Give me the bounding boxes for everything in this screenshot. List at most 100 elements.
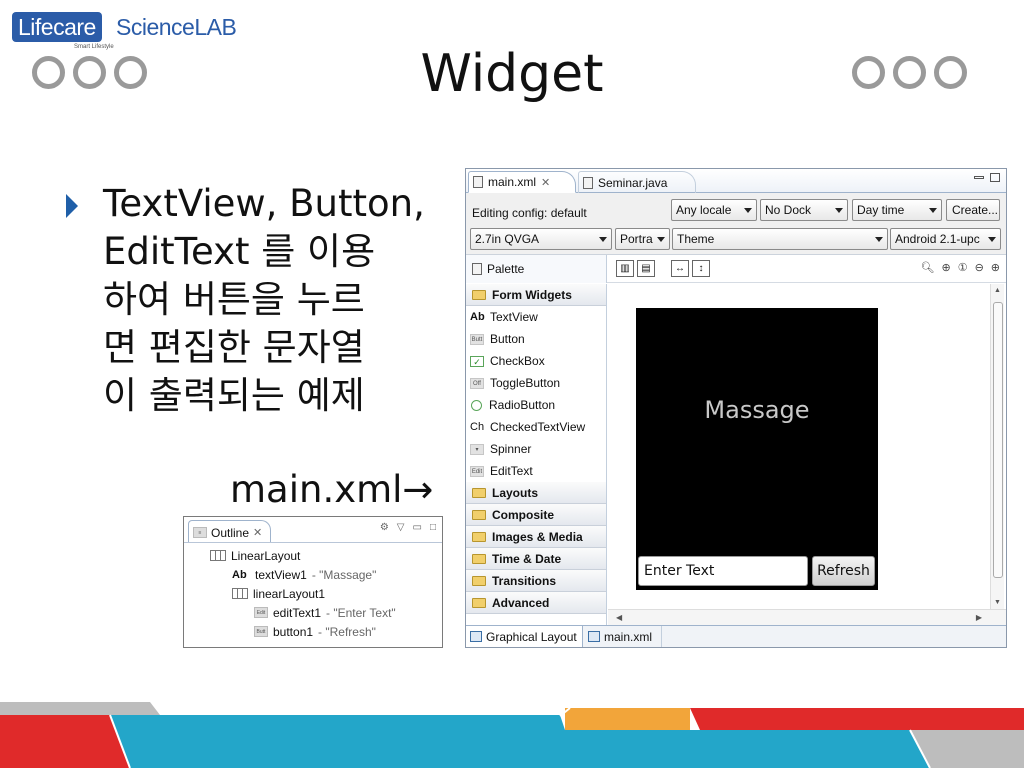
scroll-left-icon[interactable]: ◀ [616, 613, 622, 622]
editor-window-controls [974, 173, 1000, 182]
maximize-icon[interactable] [990, 173, 1000, 182]
locale-dropdown[interactable]: Any locale [671, 199, 757, 221]
fill-width-icon[interactable]: ↔ [671, 260, 689, 277]
palette-item-togglebutton[interactable]: Off ToggleButton [466, 372, 606, 394]
screen-dropdown[interactable]: 2.7in QVGA [470, 228, 612, 250]
zoom-100-icon[interactable]: ① [958, 261, 968, 274]
tree-node-label: linearLayout1 [253, 586, 326, 601]
folder-icon [472, 597, 486, 608]
zoom-fit-icon[interactable]: 🔍︎ [921, 261, 935, 274]
tab-label: Graphical Layout [486, 629, 577, 644]
layout-icon[interactable]: ⚙ [380, 522, 389, 533]
tab-label: main.xml [604, 629, 653, 644]
palette-item-edittext[interactable]: Edit EditText [466, 460, 606, 482]
daytime-dropdown[interactable]: Day time [852, 199, 942, 221]
xml-source-icon [588, 631, 600, 642]
bullet-line: EditText 를 이용 [103, 230, 376, 273]
preview-edittext[interactable]: Enter Text [638, 556, 808, 586]
palette-category-composite[interactable]: Composite [466, 504, 606, 526]
palette-item-textview[interactable]: Ab TextView [466, 306, 606, 328]
outline-tab-label: Outline [211, 525, 250, 540]
palette-item-checkedtextview[interactable]: Ch CheckedTextView [466, 416, 606, 438]
zoom-real-icon[interactable]: ⊕ [941, 261, 950, 274]
close-icon[interactable]: ✕ [541, 176, 550, 189]
palette-item-checkbox[interactable]: ✓ CheckBox [466, 350, 606, 372]
palette-category-transitions[interactable]: Transitions [466, 570, 606, 592]
zoom-in-icon[interactable]: ⊕ [991, 261, 1000, 274]
category-label: Advanced [492, 595, 550, 610]
tree-node-label: LinearLayout [231, 548, 301, 563]
zoom-controls: 🔍︎ ⊕ ① ⊖ ⊕ [921, 261, 1001, 274]
vertical-scrollbar[interactable]: ▲ ▼ [990, 284, 1004, 609]
palette-item-radiobutton[interactable]: RadioButton [466, 394, 606, 416]
xml-file-icon [473, 176, 483, 188]
palette-category-advanced[interactable]: Advanced [466, 592, 606, 614]
bullet-line: 하여 버튼을 누르 [103, 278, 365, 321]
close-icon[interactable]: ✕ [253, 526, 262, 539]
tree-node-textview1[interactable]: Ab textView1 - "Massage" [184, 565, 442, 584]
palette-category-layouts[interactable]: Layouts [466, 482, 606, 504]
palette-item-spinner[interactable]: ▾ Spinner [466, 438, 606, 460]
tree-node-label: textView1 [255, 567, 307, 582]
theme-dropdown[interactable]: Theme [672, 228, 888, 250]
palette-category-images-media[interactable]: Images & Media [466, 526, 606, 548]
outline-tabbar: ≡ Outline ✕ ⚙ ▽ ▭ □ [184, 517, 442, 543]
palette-category-form-widgets[interactable]: Form Widgets [466, 284, 606, 306]
tab-graphical-layout[interactable]: Graphical Layout [466, 626, 583, 647]
category-label: Layouts [492, 485, 539, 500]
tree-node-linearlayout[interactable]: LinearLayout [184, 546, 442, 565]
tree-node-value: - "Massage" [311, 567, 377, 582]
outline-view-controls: ⚙ ▽ ▭ □ [380, 522, 436, 533]
tree-node-value: - "Enter Text" [326, 605, 396, 620]
tab-main-xml-source[interactable]: main.xml [584, 626, 662, 647]
scroll-right-icon[interactable]: ▶ [976, 613, 982, 622]
tree-node-edittext1[interactable]: Edit editText1 - "Enter Text" [184, 603, 442, 622]
graphical-layout-icon [470, 631, 482, 642]
orientation-dropdown[interactable]: Portra [615, 228, 670, 250]
palette-category-time-date[interactable]: Time & Date [466, 548, 606, 570]
editor-body: Form Widgets Ab TextView Butt Button ✓ C… [466, 284, 1006, 625]
maximize-icon[interactable]: □ [430, 522, 436, 533]
palette-item-label: RadioButton [489, 398, 556, 412]
palette-item-label: CheckBox [490, 354, 545, 368]
scrollbar-thumb[interactable] [993, 302, 1003, 578]
tree-node-button1[interactable]: Butt button1 - "Refresh" [184, 622, 442, 641]
scroll-up-icon[interactable]: ▲ [994, 287, 1001, 294]
tree-node-linearlayout1[interactable]: linearLayout1 [184, 584, 442, 603]
folder-icon [472, 487, 486, 498]
zoom-out-icon[interactable]: ⊖ [975, 261, 984, 274]
outline-panel: ≡ Outline ✕ ⚙ ▽ ▭ □ LinearLayout Ab text… [183, 516, 443, 648]
bullet-line: 이 출력되는 예제 [103, 374, 365, 417]
footer-red-right [690, 708, 1024, 730]
tab-label: main.xml [488, 175, 537, 189]
android-version-dropdown[interactable]: Android 2.1-upc [890, 228, 1001, 250]
fill-height-icon[interactable]: ↕ [692, 260, 710, 277]
palette-item-label: CheckedTextView [490, 420, 586, 434]
layout-canvas[interactable]: Massage Enter Text Refresh ▲ ▼ [608, 284, 1006, 609]
edittext-icon: Edit [470, 465, 484, 477]
scroll-down-icon[interactable]: ▼ [994, 599, 1001, 606]
vertical-layout-icon[interactable]: ▤ [637, 260, 655, 277]
tab-main-xml[interactable]: main.xml ✕ [468, 171, 576, 193]
minimize-icon[interactable] [974, 176, 984, 179]
editor-toolbar: Palette ▥ ▤ ↔ ↕ 🔍︎ ⊕ ① ⊖ ⊕ [466, 255, 1006, 283]
palette-header[interactable]: Palette [466, 255, 607, 283]
palette-item-button[interactable]: Butt Button [466, 328, 606, 350]
bullet-line: 면 편집한 문자열 [103, 326, 365, 369]
horizontal-layout-icon[interactable]: ▥ [616, 260, 634, 277]
checkbox-icon: ✓ [470, 355, 484, 367]
preview-refresh-button[interactable]: Refresh [812, 556, 875, 586]
textview-icon: Ab [232, 568, 247, 581]
view-menu-icon[interactable]: ▽ [397, 522, 405, 533]
minimize-icon[interactable]: ▭ [413, 522, 422, 533]
preview-textview[interactable]: Massage [636, 396, 878, 424]
tab-seminar-java[interactable]: Seminar.java [578, 171, 696, 193]
tab-outline[interactable]: ≡ Outline ✕ [188, 520, 272, 542]
dock-dropdown[interactable]: No Dock [760, 199, 848, 221]
horizontal-scrollbar[interactable]: ◀ ▶ [608, 609, 1006, 625]
edittext-icon: Edit [254, 607, 268, 618]
bullet-line: TextView, Button, [103, 182, 425, 225]
palette-item-label: EditText [490, 464, 533, 478]
outline-icon: ≡ [193, 527, 207, 538]
create-button[interactable]: Create... [946, 199, 1000, 221]
